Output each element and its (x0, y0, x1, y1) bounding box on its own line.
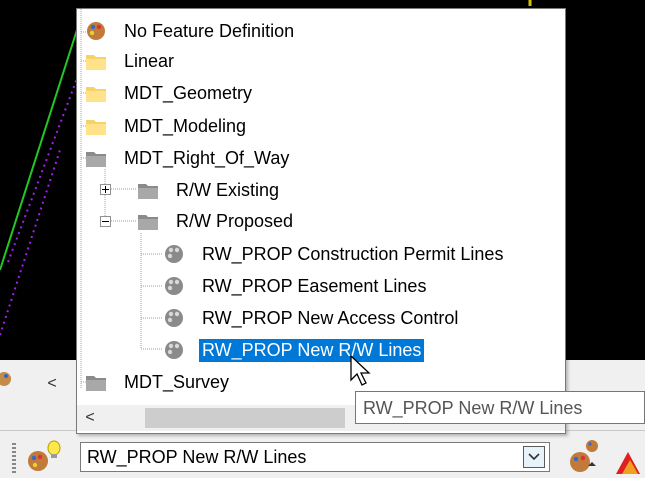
tooltip: RW_PROP New R/W Lines (355, 391, 645, 424)
tree-item-label: MDT_Modeling (124, 115, 247, 136)
folder-yellow-icon (86, 55, 106, 70)
left-scroll-button[interactable]: < (40, 373, 64, 395)
tree-item-rw-proposed[interactable]: R/W Proposed (137, 207, 296, 235)
feature-palette-icon (165, 309, 183, 327)
folder-gray-icon (138, 215, 158, 230)
toolbar-grip[interactable] (12, 443, 16, 473)
tree-item-rw-prop-new-access-control[interactable]: RW_PROP New Access Control (163, 304, 461, 332)
feature-palette-icon (165, 245, 183, 263)
collapse-rw-proposed-icon[interactable] (100, 216, 111, 227)
tree-item-label: RW_PROP New R/W Lines (199, 338, 425, 362)
feature-definition-combobox[interactable]: RW_PROP New R/W Lines (80, 442, 550, 472)
feature-tree-dropdown[interactable]: No Feature Definition Linear MDT_Geometr… (76, 8, 566, 434)
tree-item-rw-prop-construction-permit-lines[interactable]: RW_PROP Construction Permit Lines (163, 240, 506, 268)
scroll-left-button[interactable]: < (77, 405, 103, 431)
tree-item-label: MDT_Survey (124, 371, 230, 392)
tree-item-rw-prop-new-rw-lines[interactable]: RW_PROP New R/W Lines (163, 336, 425, 364)
feature-palette-icon (87, 22, 105, 40)
tree-item-mdt-modeling[interactable]: MDT_Modeling (85, 112, 249, 140)
tree-item-label: R/W Existing (176, 179, 280, 200)
tree-item-label: RW_PROP New Access Control (202, 307, 459, 328)
feature-lightbulb-icon[interactable] (24, 438, 64, 474)
folder-gray-icon (86, 152, 106, 167)
tree-item-linear[interactable]: Linear (85, 47, 177, 75)
tree-item-rw-existing[interactable]: R/W Existing (137, 176, 282, 204)
tree-item-label: Linear (124, 50, 175, 71)
combo-value: RW_PROP New R/W Lines (87, 446, 307, 467)
tree-item-mdt-geometry[interactable]: MDT_Geometry (85, 79, 255, 107)
palette-icon-partial (0, 372, 11, 386)
chevron-down-icon[interactable] (523, 446, 545, 468)
tree-item-label: No Feature Definition (124, 20, 295, 41)
tree-item-no-feature-definition[interactable]: No Feature Definition (85, 17, 297, 45)
tree-item-label: MDT_Geometry (124, 82, 253, 103)
scrollbar-thumb[interactable] (145, 408, 345, 428)
folder-gray-icon (138, 184, 158, 199)
tree-item-label: R/W Proposed (176, 210, 294, 231)
tree-item-rw-prop-easement-lines[interactable]: RW_PROP Easement Lines (163, 272, 429, 300)
folder-gray-icon (86, 376, 106, 391)
feature-pick-icon[interactable] (566, 436, 645, 476)
tree-item-label: RW_PROP Construction Permit Lines (202, 243, 504, 264)
tree-item-mdt-right-of-way[interactable]: MDT_Right_Of_Way (85, 144, 292, 172)
mouse-cursor-icon (350, 354, 371, 386)
folder-yellow-icon (86, 120, 106, 135)
tree-item-label: MDT_Right_Of_Way (124, 147, 290, 168)
feature-palette-icon (165, 277, 183, 295)
feature-palette-icon (165, 341, 183, 359)
folder-yellow-icon (86, 87, 106, 102)
tree-item-label: RW_PROP Easement Lines (202, 275, 427, 296)
expand-rw-existing-icon[interactable] (100, 184, 111, 195)
tree-item-mdt-survey[interactable]: MDT_Survey (85, 368, 232, 396)
